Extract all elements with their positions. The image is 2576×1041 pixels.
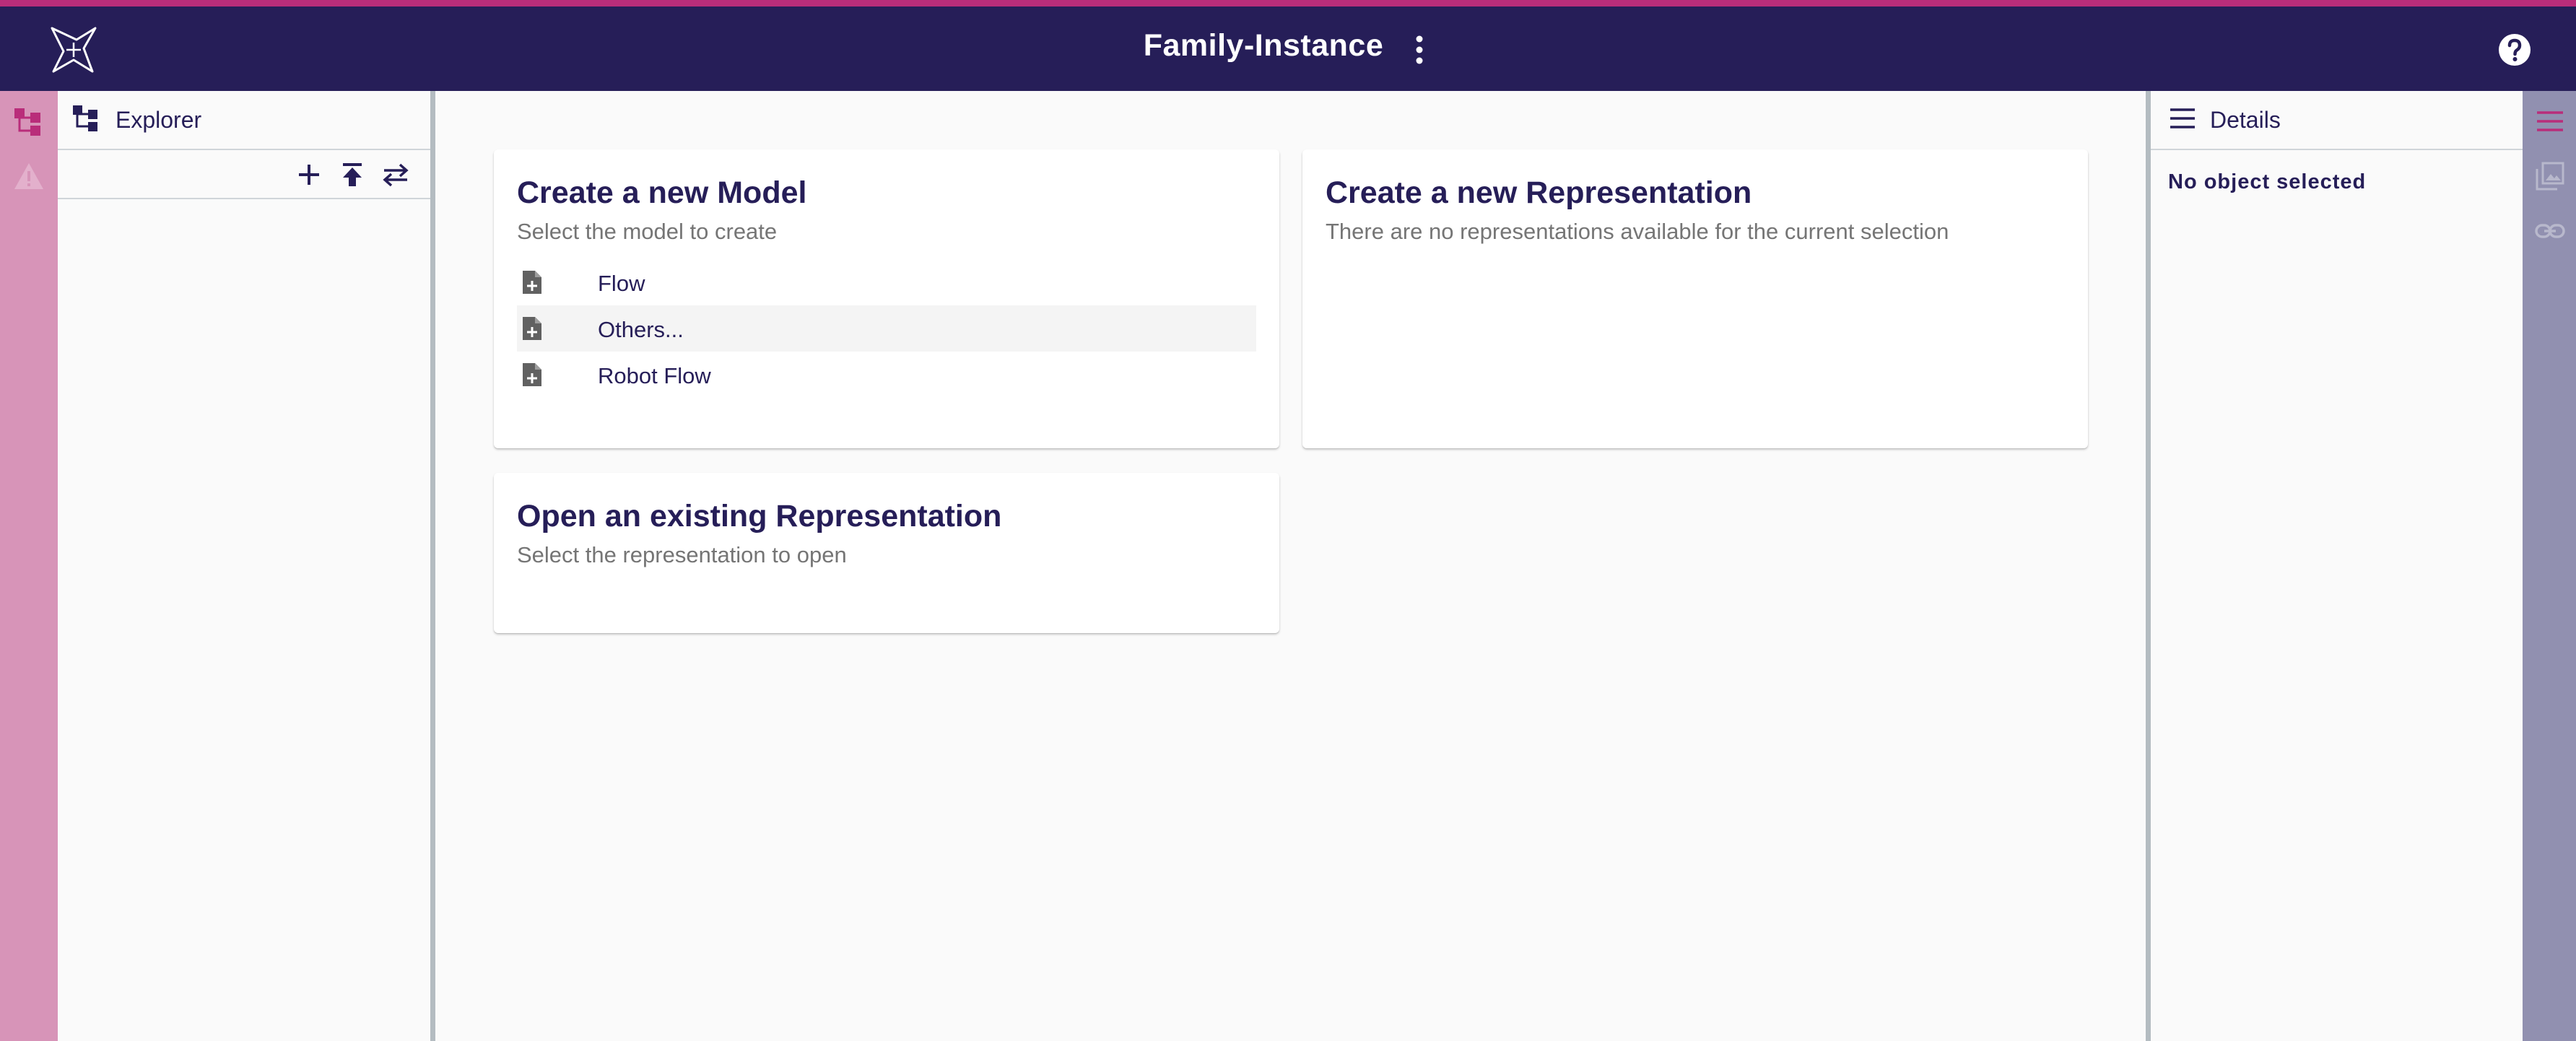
model-item-label: Flow — [598, 271, 645, 296]
upload-icon[interactable] — [338, 160, 367, 189]
new-file-icon — [523, 271, 541, 294]
model-item-robot-flow[interactable]: Robot Flow — [517, 352, 1256, 398]
project-title: Family-Instance — [1143, 28, 1384, 63]
explorer-tree-icon[interactable] — [13, 105, 45, 137]
details-panel: Details No object selected — [2146, 91, 2528, 1041]
details-title: Details — [2210, 107, 2281, 133]
empty-selection-text: No object selected — [2168, 170, 2367, 193]
model-item-flow[interactable]: Flow — [517, 259, 1256, 305]
explorer-tree-icon — [73, 105, 97, 131]
more-vertical-icon[interactable] — [1411, 34, 1428, 66]
open-representation-title: Open an existing Representation — [517, 499, 1002, 533]
help-circle-icon[interactable] — [2497, 32, 2532, 67]
explorer-panel: Explorer — [58, 91, 435, 1041]
create-representation-title: Create a new Representation — [1326, 175, 1752, 210]
link-icon[interactable] — [2534, 215, 2566, 247]
main-workbench: Create a new Model Select the model to c… — [435, 91, 2146, 1041]
model-item-label: Robot Flow — [598, 363, 711, 388]
new-file-icon — [523, 317, 541, 340]
create-representation-subtitle: There are no representations available f… — [1326, 219, 1949, 244]
details-menu-icon[interactable] — [2534, 105, 2566, 137]
new-file-icon — [523, 363, 541, 386]
explorer-header: Explorer — [58, 91, 430, 150]
menu-icon — [2170, 108, 2195, 129]
add-icon[interactable] — [295, 160, 323, 189]
create-representation-card: Create a new Representation There are no… — [1302, 149, 2088, 448]
create-model-card: Create a new Model Select the model to c… — [494, 149, 1279, 448]
open-representation-card: Open an existing Representation Select t… — [494, 473, 1279, 633]
create-model-subtitle: Select the model to create — [517, 219, 778, 244]
accent-stripe — [0, 0, 2576, 6]
details-header: Details — [2151, 91, 2528, 150]
app-header: Family-Instance — [0, 6, 2576, 91]
right-activity-bar — [2523, 91, 2576, 1041]
explorer-toolbar — [58, 150, 430, 199]
model-item-label: Others... — [598, 317, 684, 342]
explorer-title: Explorer — [116, 107, 202, 133]
model-item-others[interactable]: Others... — [517, 305, 1256, 352]
warning-icon[interactable] — [13, 160, 45, 192]
open-representation-subtitle: Select the representation to open — [517, 542, 847, 567]
left-activity-bar — [0, 91, 58, 1041]
swap-icon[interactable] — [381, 160, 410, 189]
create-model-title: Create a new Model — [517, 175, 807, 210]
image-library-icon[interactable] — [2534, 160, 2566, 192]
